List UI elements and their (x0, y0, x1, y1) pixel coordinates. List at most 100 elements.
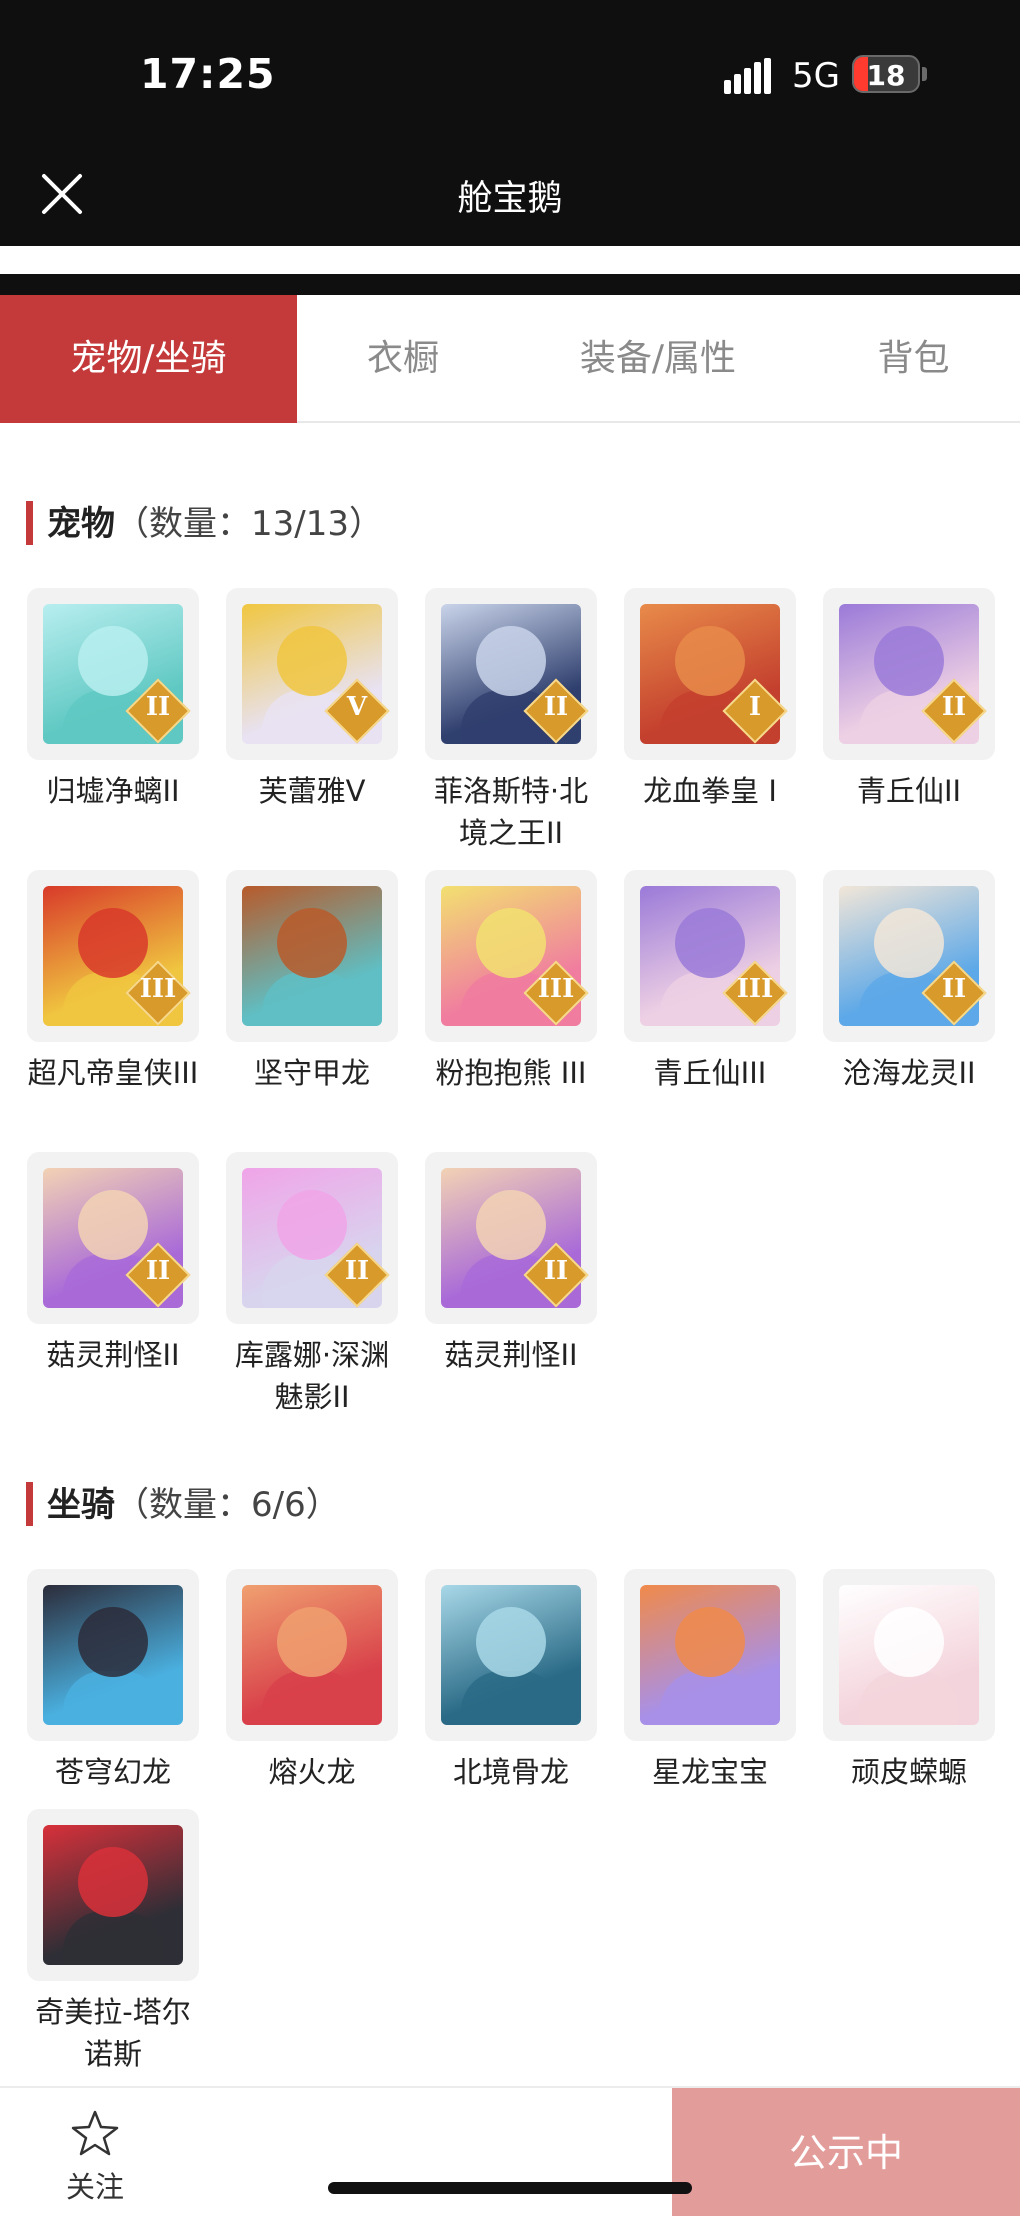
pet-name: 沧海龙灵II (842, 1056, 976, 1090)
top-bar: 17:25 5G 18 舱宝鹅 (0, 0, 1020, 246)
rank-badge-text: III (139, 974, 177, 1004)
mount-name: 奇美拉-塔尔诺斯 (35, 1995, 191, 2071)
tab-backpack[interactable]: 背包 (807, 295, 1020, 423)
pet-name: 菇灵荆怪II (444, 1338, 578, 1372)
pet-card[interactable]: V 芙蕾雅V (225, 588, 399, 812)
pet-image (242, 886, 382, 1026)
pet-thumbnail: III (425, 870, 597, 1042)
pet-thumbnail: II (425, 588, 597, 760)
rank-badge-text: V (346, 692, 368, 722)
battery-nub (922, 67, 927, 81)
pet-name: 归墟净螭II (46, 774, 180, 808)
home-indicator (328, 2182, 692, 2194)
star-icon (71, 2110, 119, 2156)
page-title: 舱宝鹅 (457, 179, 563, 219)
pet-thumbnail: III (27, 870, 199, 1042)
pet-name: 青丘仙III (653, 1056, 767, 1090)
mount-name: 北境骨龙 (452, 1755, 569, 1789)
mount-image (640, 1585, 780, 1725)
mount-card[interactable]: 熔火龙 (225, 1569, 399, 1793)
mount-image (43, 1825, 183, 1965)
pet-card[interactable]: II 菇灵荆怪II (424, 1152, 598, 1376)
mount-image (441, 1585, 581, 1725)
status-time: 17:25 (140, 50, 276, 98)
section-marker (26, 500, 33, 545)
pet-name: 库露娜·深渊魅影II (234, 1338, 390, 1414)
rank-badge-text: II (543, 1256, 569, 1286)
publicity-status-button[interactable]: 公示中 (672, 2088, 1020, 2216)
follow-button[interactable]: 关注 (40, 2108, 150, 2206)
pet-card[interactable]: III 超凡帝皇侠III (26, 870, 200, 1094)
mount-image (839, 1585, 979, 1725)
mount-card[interactable]: 奇美拉-塔尔诺斯 (26, 1809, 200, 2075)
pet-card[interactable]: II 青丘仙II (822, 588, 996, 812)
rank-badge-text: III (736, 974, 774, 1004)
rank-badge-text: II (543, 692, 569, 722)
mount-name: 星龙宝宝 (651, 1755, 768, 1789)
pet-thumbnail: II (823, 870, 995, 1042)
mount-image (242, 1585, 382, 1725)
battery-level: 18 (866, 59, 906, 92)
rank-badge-text: II (941, 692, 967, 722)
mount-thumbnail (226, 1569, 398, 1741)
pet-card[interactable]: II 沧海龙灵II (822, 870, 996, 1094)
pet-thumbnail: II (27, 588, 199, 760)
pet-thumbnail: V (226, 588, 398, 760)
pet-thumbnail: II (425, 1152, 597, 1324)
tab-pets-mounts[interactable]: 宠物/坐骑 (0, 295, 297, 423)
mount-card[interactable]: 苍穹幻龙 (26, 1569, 200, 1793)
mount-name: 顽皮蝾螈 (850, 1755, 967, 1789)
divider-dark (0, 274, 1020, 295)
signal-icon (724, 58, 771, 94)
pet-card[interactable]: III 青丘仙III (623, 870, 797, 1094)
rank-badge-text: II (145, 1256, 171, 1286)
mount-thumbnail (27, 1809, 199, 1981)
pet-card[interactable]: 坚守甲龙 (225, 870, 399, 1094)
pets-count: （数量：13/13） (115, 504, 383, 544)
divider-strip (0, 246, 1020, 274)
mount-thumbnail (624, 1569, 796, 1741)
pet-name: 超凡帝皇侠III (27, 1056, 199, 1090)
network-type: 5G (792, 56, 840, 96)
mount-name: 苍穹幻龙 (54, 1755, 171, 1789)
mount-card[interactable]: 北境骨龙 (424, 1569, 598, 1793)
mount-thumbnail (425, 1569, 597, 1741)
pet-thumbnail: II (823, 588, 995, 760)
battery-icon: 18 (852, 55, 920, 93)
rank-badge-text: I (748, 692, 762, 722)
mounts-title: 坐骑 (47, 1485, 115, 1525)
pet-card[interactable]: I 龙血拳皇 I (623, 588, 797, 812)
pet-thumbnail: II (226, 1152, 398, 1324)
pet-name: 菇灵荆怪II (46, 1338, 180, 1372)
rank-badge-text: III (537, 974, 575, 1004)
pet-card[interactable]: III 粉抱抱熊 III (424, 870, 598, 1094)
pet-name: 青丘仙II (856, 774, 962, 808)
mount-image (43, 1585, 183, 1725)
mount-card[interactable]: 星龙宝宝 (623, 1569, 797, 1793)
mount-thumbnail (27, 1569, 199, 1741)
section-marker (26, 1481, 33, 1526)
pet-card[interactable]: II 菇灵荆怪II (26, 1152, 200, 1376)
pet-name: 龙血拳皇 I (643, 774, 777, 808)
tab-equipment[interactable]: 装备/属性 (509, 295, 807, 423)
mount-name: 熔火龙 (268, 1755, 356, 1789)
pet-name: 粉抱抱熊 III (435, 1056, 587, 1090)
pet-card[interactable]: II 归墟净螭II (26, 588, 200, 812)
pet-thumbnail: II (27, 1152, 199, 1324)
pet-thumbnail (226, 870, 398, 1042)
mount-thumbnail (823, 1569, 995, 1741)
bottom-bar: 关注 公示中 (0, 2086, 1020, 2216)
pet-card[interactable]: II 库露娜·深渊魅影II (225, 1152, 399, 1418)
tab-bar: 宠物/坐骑 衣橱 装备/属性 背包 (0, 295, 1020, 423)
pet-card[interactable]: II 菲洛斯特·北境之王II (424, 588, 598, 854)
mount-card[interactable]: 顽皮蝾螈 (822, 1569, 996, 1793)
pet-name: 菲洛斯特·北境之王II (433, 774, 589, 850)
mounts-section-title: 坐骑（数量：6/6） (26, 1477, 340, 1529)
follow-label: 关注 (65, 2170, 124, 2204)
rank-badge-text: II (941, 974, 967, 1004)
tab-wardrobe[interactable]: 衣橱 (297, 295, 509, 423)
pet-thumbnail: I (624, 588, 796, 760)
pet-name: 芙蕾雅V (258, 774, 366, 808)
pet-name: 坚守甲龙 (253, 1056, 370, 1090)
rank-badge-text: II (344, 1256, 370, 1286)
